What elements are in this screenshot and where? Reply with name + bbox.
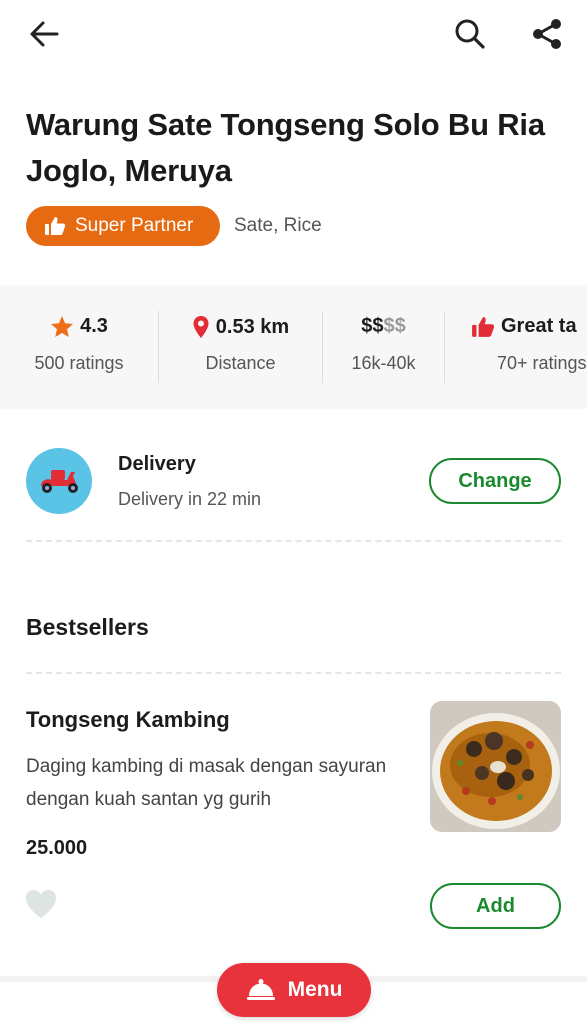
delivery-eta: Delivery in 22 min: [118, 489, 262, 509]
distance-value: 0.53 km: [215, 315, 290, 338]
location-pin-icon: [193, 316, 209, 338]
restaurant-name: Warung Sate Tongseng Solo Bu Ria Joglo, …: [26, 107, 545, 188]
dashed-divider: [26, 672, 561, 674]
price-range: 16k-40k: [351, 353, 416, 373]
rating-count: 500 ratings: [34, 353, 124, 373]
search-button[interactable]: [450, 14, 490, 54]
share-button[interactable]: [527, 14, 567, 54]
add-to-cart-button[interactable]: Add: [430, 883, 561, 929]
search-icon: [455, 19, 485, 49]
scooter-icon: [41, 470, 78, 493]
stats-strip[interactable]: 4.3 500 ratings 0.53 km Distance $$ $$ 16…: [0, 285, 587, 409]
thumbs-up-icon: [472, 316, 495, 337]
menu-item-name: Tongseng Kambing: [26, 707, 230, 732]
taste-value: Great ta: [501, 315, 577, 337]
favorite-button[interactable]: [24, 888, 58, 922]
rating-stat: 4.3 500 ratings: [0, 285, 158, 409]
menu-button-label: Menu: [287, 978, 343, 1001]
super-partner-badge: Super Partner: [26, 206, 220, 246]
thumbs-up-icon: [45, 217, 66, 235]
price-level-active: $$: [361, 315, 384, 337]
menu-item-price: 25.000: [26, 837, 88, 859]
back-button[interactable]: [24, 14, 64, 54]
taste-stat: Great ta 70+ ratings: [445, 285, 587, 409]
price-level-inactive: $$: [383, 315, 406, 337]
menu-button[interactable]: Menu: [217, 963, 371, 1017]
change-delivery-button[interactable]: Change: [429, 458, 561, 504]
menu-item-description: Daging kambing di masak dengan sayuran d…: [26, 756, 387, 810]
super-partner-label: Super Partner: [75, 215, 194, 236]
top-bar: [0, 0, 587, 70]
rating-value: 4.3: [80, 315, 108, 337]
distance-label: Distance: [205, 353, 276, 373]
distance-stat: 0.53 km Distance: [159, 285, 322, 409]
menu-item-photo[interactable]: [430, 701, 561, 832]
price-stat: $$ $$ 16k-40k: [323, 285, 444, 409]
cloche-icon: [246, 979, 275, 1000]
delivery-scooter-icon: [26, 448, 92, 514]
bestsellers-heading: Bestsellers: [26, 614, 149, 640]
heart-icon: [26, 890, 56, 918]
share-icon: [533, 19, 561, 49]
taste-ratings: 70+ ratings: [497, 353, 587, 373]
star-icon: [51, 316, 74, 337]
food-bowl-image: [430, 701, 561, 832]
dashed-divider: [26, 540, 561, 542]
arrow-left-icon: [30, 21, 59, 47]
delivery-title: Delivery: [118, 453, 196, 475]
cuisine-tags: Sate, Rice: [234, 215, 322, 236]
